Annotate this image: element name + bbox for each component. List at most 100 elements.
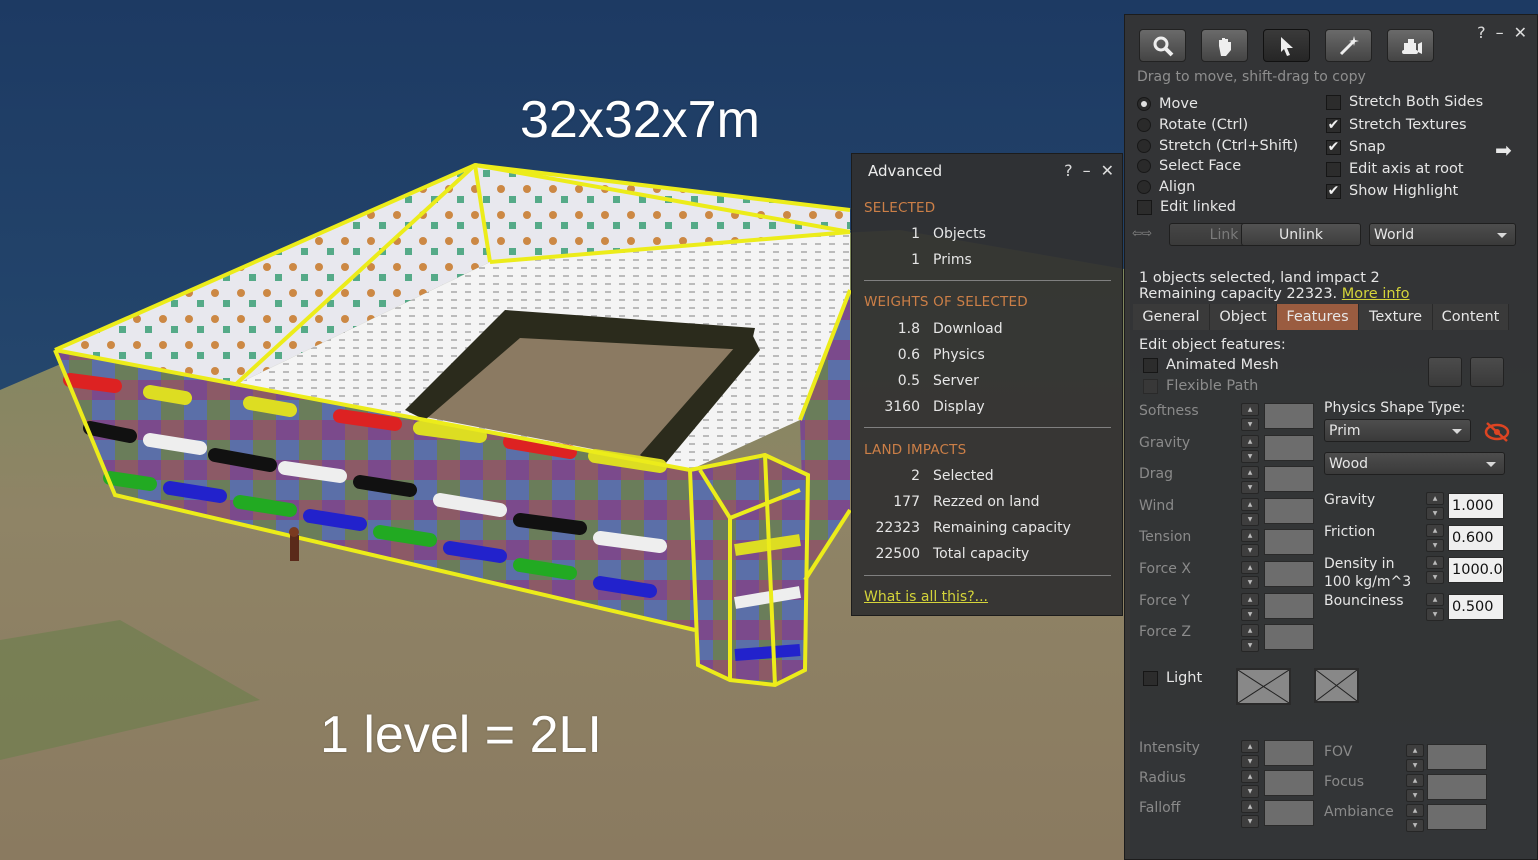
stretch-textures-checkbox[interactable]: ✔ Stretch Textures [1326, 117, 1467, 133]
intensity-spinner[interactable]: ▲ ▼ [1241, 740, 1259, 768]
mode-select-face-radio[interactable]: Select Face [1137, 158, 1241, 174]
close-icon[interactable]: ✕ [1101, 161, 1114, 180]
mode-rotate-radio[interactable]: Rotate (Ctrl) [1137, 117, 1248, 133]
friction-input[interactable]: 0.600 [1448, 525, 1504, 551]
bounciness-input[interactable]: 0.500 [1448, 594, 1504, 620]
bulldozer-icon [1401, 38, 1422, 54]
bounciness-label: Bounciness [1324, 593, 1404, 609]
what-is-this-link[interactable]: What is all this?... [864, 589, 988, 605]
tab-features[interactable]: Features [1277, 304, 1359, 330]
flexible-path-checkbox[interactable]: Flexible Path [1143, 378, 1258, 394]
tab-general[interactable]: General [1133, 304, 1210, 330]
edit-axis-at-root-checkbox[interactable]: Edit axis at root [1326, 161, 1464, 177]
bounciness-spinner[interactable]: ▲ ▼ [1426, 593, 1444, 621]
force-y-field[interactable] [1264, 593, 1314, 619]
prev-link-arrows-icon[interactable]: ⇦⇨ [1132, 226, 1152, 240]
divider [864, 575, 1111, 576]
force-x-spinner[interactable]: ▲ ▼ [1241, 561, 1259, 589]
gravity-input[interactable]: 1.000 [1448, 493, 1504, 519]
softness-label: Softness [1139, 403, 1199, 419]
edit-linked-checkbox[interactable]: Edit linked [1137, 199, 1236, 215]
softness-spinner[interactable]: ▲ ▼ [1241, 403, 1259, 431]
density-input[interactable]: 1000.0 [1448, 557, 1504, 583]
material-value: Wood [1329, 455, 1369, 472]
fov-spinner[interactable]: ▲ ▼ [1406, 744, 1424, 772]
physics-shape-dropdown[interactable]: Prim [1324, 419, 1471, 442]
mode-align-radio[interactable]: Align [1137, 179, 1195, 195]
force-z-label: Force Z [1139, 624, 1191, 640]
pointer-icon [1280, 36, 1293, 56]
snap-checkbox[interactable]: ✔ Snap [1326, 139, 1385, 155]
intensity-field[interactable] [1264, 740, 1314, 766]
force-z-spinner[interactable]: ▲ ▼ [1241, 624, 1259, 652]
unlink-button[interactable]: Unlink [1241, 223, 1361, 246]
material-dropdown[interactable]: Wood [1324, 452, 1505, 475]
softness-field[interactable] [1264, 403, 1314, 429]
flex-gravity-spinner[interactable]: ▲ ▼ [1241, 435, 1259, 463]
tension-field[interactable] [1264, 529, 1314, 555]
wind-spinner[interactable]: ▲ ▼ [1241, 498, 1259, 526]
grid-options-arrow-icon[interactable]: ➡ [1495, 138, 1512, 162]
drag-field[interactable] [1264, 466, 1314, 492]
show-highlight-checkbox[interactable]: ✔ Show Highlight [1326, 183, 1458, 199]
drag-spinner[interactable]: ▲ ▼ [1241, 466, 1259, 494]
ambiance-field[interactable] [1427, 804, 1487, 830]
physics-shape-value: Prim [1329, 422, 1361, 439]
close-icon[interactable]: ✕ [1514, 23, 1527, 42]
ruler-mode-dropdown[interactable]: World [1369, 223, 1516, 246]
paste-params-button[interactable] [1470, 357, 1504, 387]
drag-hint: Drag to move, shift-drag to copy [1137, 69, 1366, 85]
focus-spinner[interactable]: ▲ ▼ [1406, 774, 1424, 802]
land-tool-button[interactable] [1387, 29, 1434, 62]
gravity-spinner[interactable]: ▲ ▼ [1426, 492, 1444, 520]
chevron-down-icon [1497, 233, 1507, 238]
move-tool-button[interactable] [1201, 29, 1248, 62]
advanced-floater[interactable]: Advanced ? – ✕ SELECTED 1 Objects 1 Prims … [851, 153, 1123, 616]
tension-spinner[interactable]: ▲ ▼ [1241, 529, 1259, 557]
force-y-spinner[interactable]: ▲ ▼ [1241, 593, 1259, 621]
mode-stretch-radio[interactable]: Stretch (Ctrl+Shift) [1137, 138, 1298, 154]
help-icon[interactable]: ? [1064, 161, 1073, 180]
falloff-spinner[interactable]: ▲ ▼ [1241, 800, 1259, 828]
force-x-field[interactable] [1264, 561, 1314, 587]
build-tools-floater[interactable]: ? – ✕ Drag to move, shift-drag to copy M… [1124, 14, 1538, 860]
tab-object[interactable]: Object [1210, 304, 1277, 330]
divider [864, 427, 1111, 428]
force-z-field[interactable] [1264, 624, 1314, 650]
create-tool-button[interactable] [1325, 29, 1372, 62]
mode-move-radio[interactable]: Move [1137, 96, 1198, 112]
hide-eye-icon[interactable] [1483, 420, 1511, 448]
light-texture-swatch[interactable] [1314, 668, 1359, 703]
ruler-mode-value: World [1374, 226, 1415, 243]
drag-label: Drag [1139, 466, 1174, 482]
minimize-icon[interactable]: – [1083, 161, 1091, 180]
density-unit-label: 100 kg/m^3 [1324, 574, 1412, 590]
falloff-field[interactable] [1264, 800, 1314, 826]
animated-mesh-checkbox[interactable]: Animated Mesh [1143, 357, 1279, 373]
radius-field[interactable] [1264, 770, 1314, 796]
more-info-link[interactable]: More info [1342, 286, 1410, 302]
friction-spinner[interactable]: ▲ ▼ [1426, 524, 1444, 552]
checkbox-box [1143, 357, 1158, 373]
light-checkbox[interactable]: Light [1143, 670, 1202, 686]
flex-gravity-field[interactable] [1264, 435, 1314, 461]
wind-field[interactable] [1264, 498, 1314, 524]
fov-field[interactable] [1427, 744, 1487, 770]
checkbox-box [1143, 378, 1158, 394]
minimize-icon[interactable]: – [1496, 23, 1504, 42]
radius-spinner[interactable]: ▲ ▼ [1241, 770, 1259, 798]
ambiance-spinner[interactable]: ▲ ▼ [1406, 804, 1424, 832]
focus-field[interactable] [1427, 774, 1487, 800]
divider [864, 280, 1111, 281]
tab-content[interactable]: Content [1433, 304, 1509, 330]
copy-params-button[interactable] [1428, 357, 1462, 387]
edit-tool-button[interactable] [1263, 29, 1310, 62]
magnifier-icon [1153, 36, 1173, 56]
stretch-both-sides-checkbox[interactable]: Stretch Both Sides [1326, 94, 1483, 110]
checkbox-box [1137, 199, 1152, 215]
density-spinner[interactable]: ▲ ▼ [1426, 556, 1444, 584]
light-color-swatch[interactable] [1236, 668, 1291, 705]
tab-texture[interactable]: Texture [1359, 304, 1433, 330]
focus-tool-button[interactable] [1139, 29, 1186, 62]
help-icon[interactable]: ? [1477, 23, 1486, 42]
